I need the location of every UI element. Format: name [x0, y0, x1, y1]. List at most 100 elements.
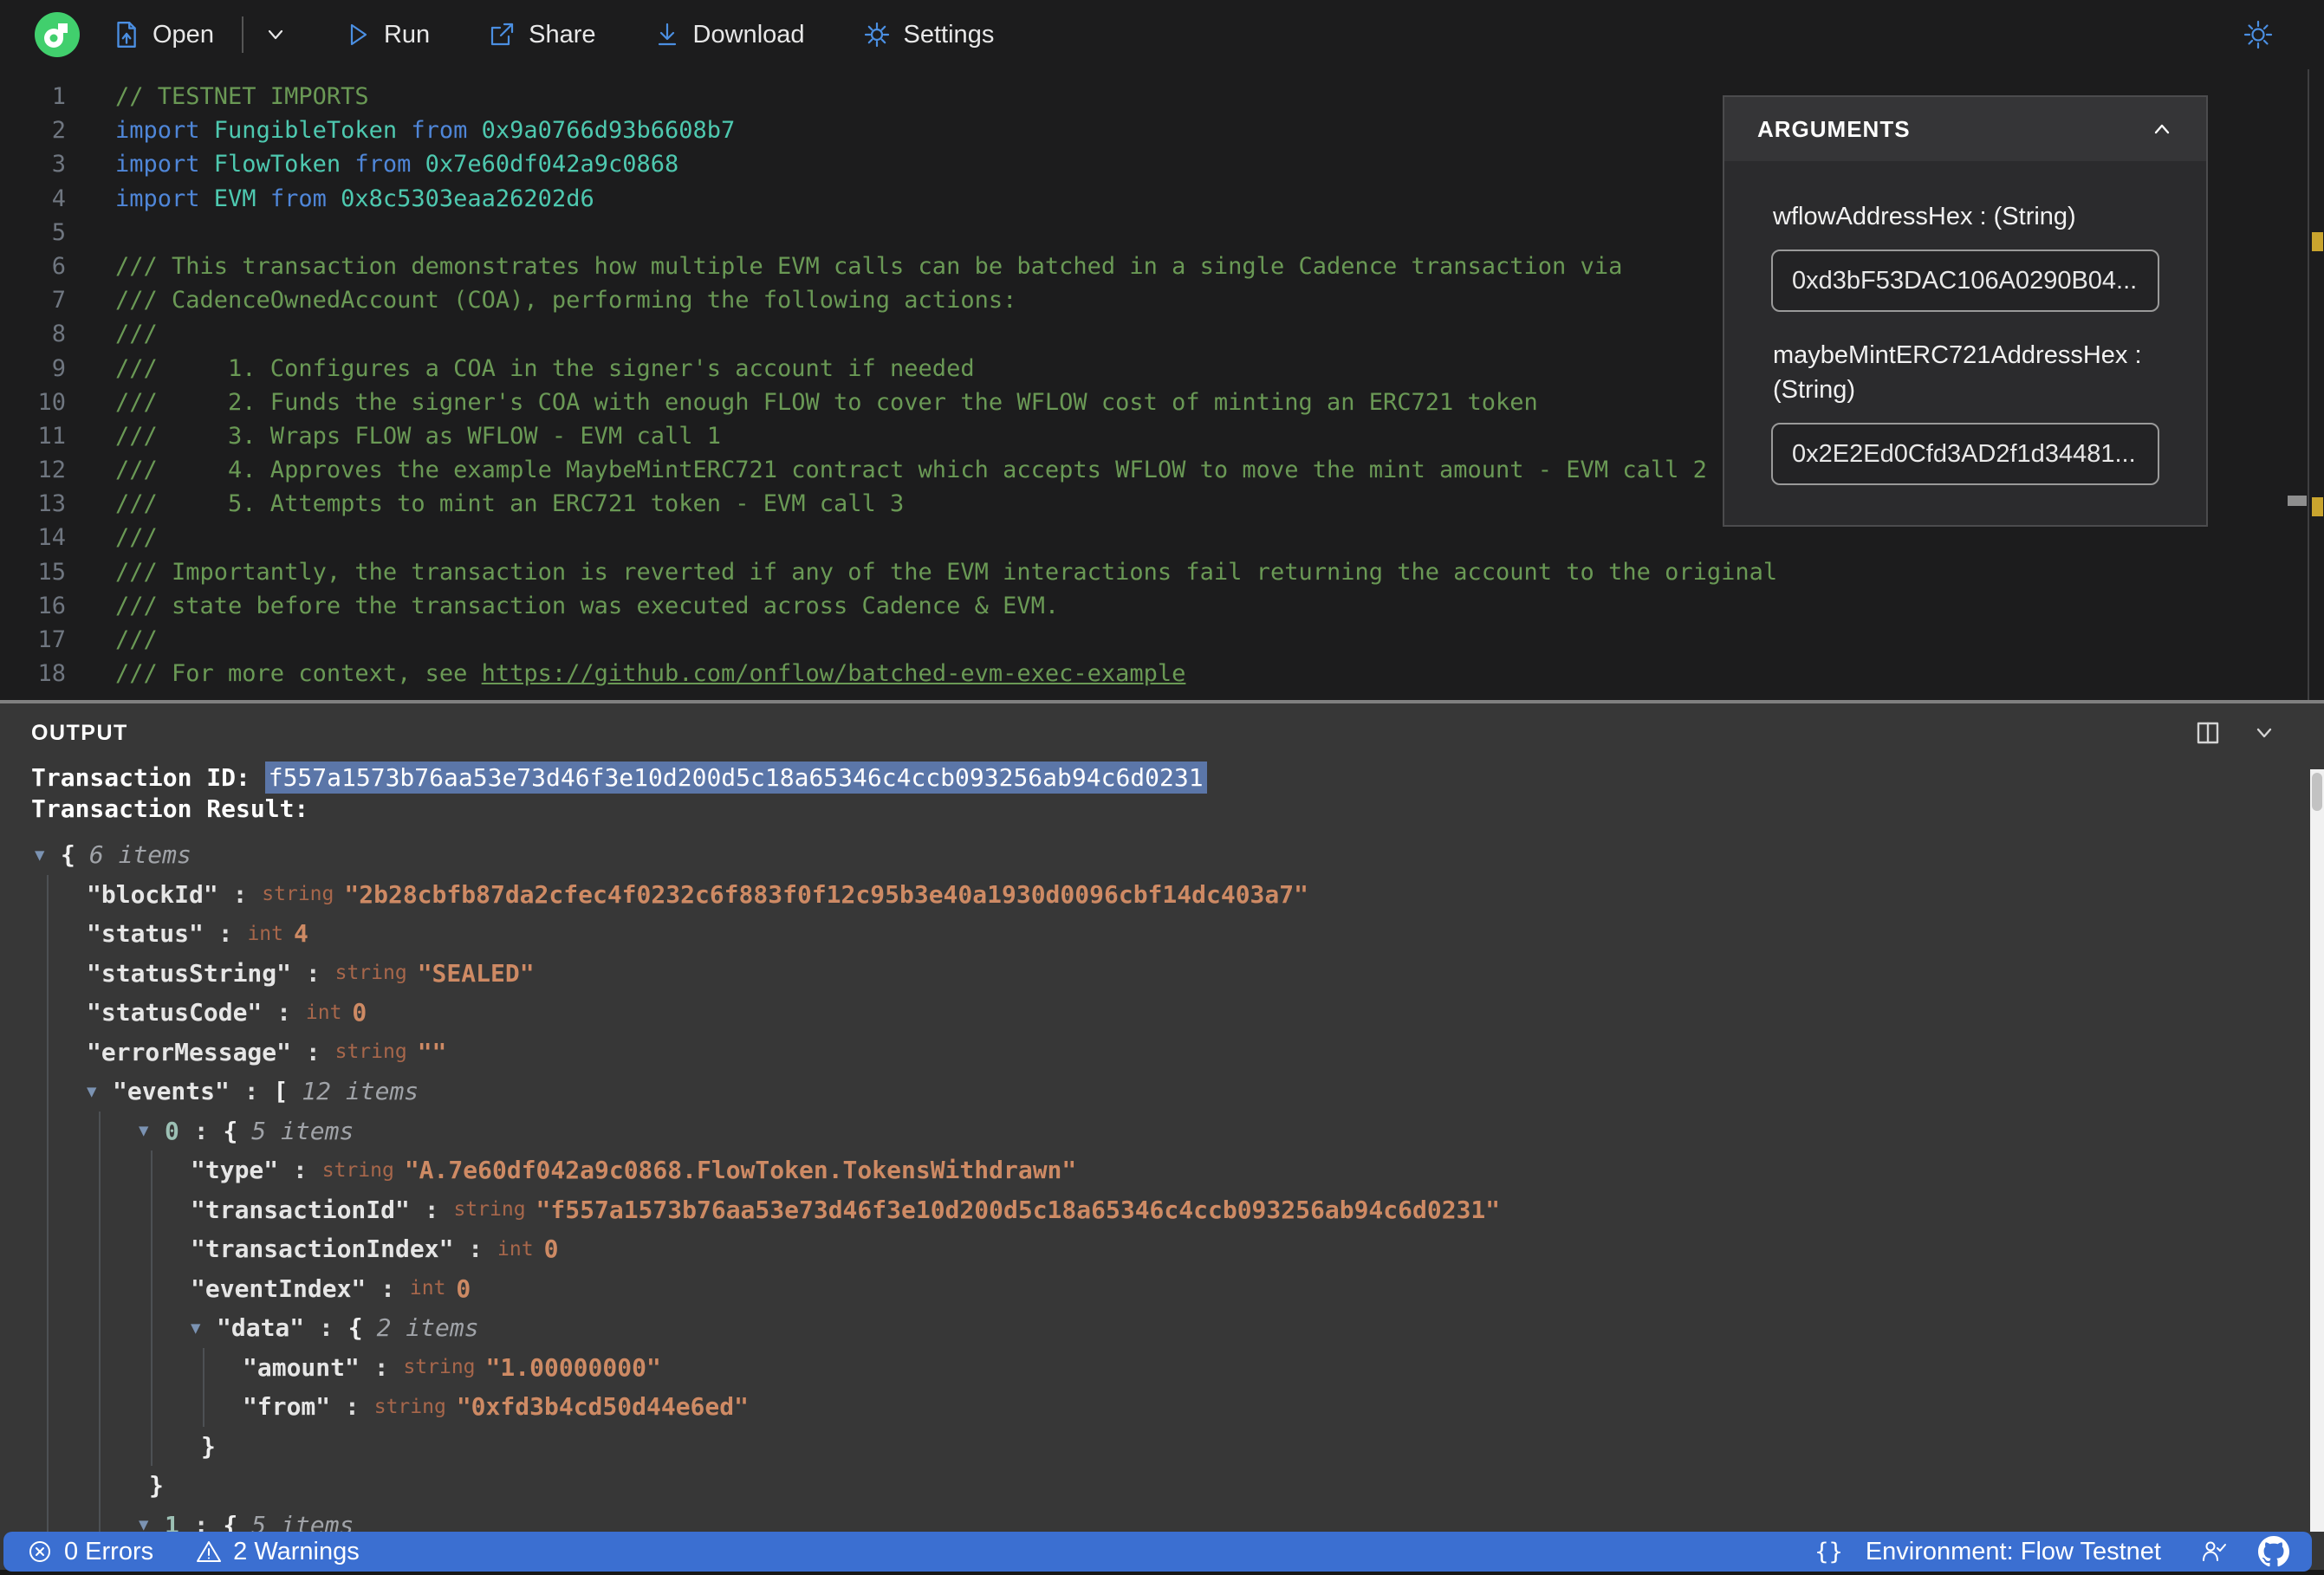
expander-icon[interactable]: ▼ [87, 1082, 113, 1101]
expander-icon[interactable]: ▼ [35, 846, 61, 865]
run-button[interactable]: Run [328, 0, 445, 69]
json-type: string [321, 1158, 394, 1182]
flow-logo[interactable] [35, 12, 80, 57]
json-row: ▼ "data" : {2 items [191, 1308, 2324, 1348]
json-children: "amount" : string "1.00000000" "from" : st… [203, 1347, 2324, 1427]
output-title: OUTPUT [31, 720, 128, 745]
line-number: 12 [37, 457, 66, 484]
json-value: "0xfd3b4cd50d44e6ed" [456, 1392, 749, 1422]
code-token: /// 1. Configures a COA in the signer's … [115, 354, 975, 382]
line-number: 18 [37, 660, 66, 688]
code-text: /// For more context, see https://github… [66, 657, 1185, 690]
json-key: "amount" [243, 1352, 360, 1382]
expander-icon[interactable]: ▼ [191, 1319, 217, 1338]
code-link[interactable]: https://github.com/onflow/batched-evm-ex… [482, 660, 1186, 687]
json-brace: [ [273, 1077, 289, 1106]
warnings-count-label: 2 Warnings [233, 1537, 360, 1565]
line-number: 17 [37, 626, 66, 653]
json-colon: : [409, 1195, 454, 1224]
json-colon: : [330, 1392, 374, 1422]
json-value: "1.00000000" [485, 1352, 661, 1382]
line-number: 8 [51, 321, 66, 348]
output-panel: OUTPUT Transaction ID: f557a1573b76aa53e… [0, 703, 2324, 1575]
github-button[interactable] [2258, 1536, 2289, 1567]
json-brace: { [347, 1313, 363, 1343]
collapse-output-icon[interactable] [2251, 720, 2277, 746]
output-scrollbar[interactable] [2310, 769, 2324, 1532]
code-text: /// [66, 521, 158, 554]
download-button[interactable]: Download [638, 0, 821, 69]
share-icon [491, 23, 514, 46]
json-row: "amount" : string "1.00000000" [243, 1348, 2324, 1388]
argument-input-wflow[interactable] [1771, 250, 2159, 312]
open-button[interactable]: Open [95, 0, 230, 69]
code-text: /// [66, 317, 158, 351]
code-token: /// [115, 626, 158, 653]
json-colon: : [217, 879, 263, 909]
argument-input-maybemint[interactable] [1771, 423, 2159, 485]
open-dropdown-button[interactable] [249, 0, 302, 69]
json-tree: ▼ {6 items "blockId" : string "2b28cbfb87da… [0, 835, 2324, 1545]
warnings-indicator[interactable]: 2 Warnings [195, 1538, 360, 1566]
line-number: 9 [51, 354, 66, 382]
json-items-count: 6 items [88, 840, 192, 870]
json-row: "blockId" : string "2b28cbfb87da2cfec4f02… [87, 875, 2324, 915]
code-line: 15 /// Importantly, the transaction is re… [0, 555, 2324, 589]
code-text: /// 2. Funds the signer's COA with enoug… [66, 386, 1538, 419]
code-token: 0x8c5303eaa26202d6 [341, 185, 594, 212]
environment-label: Environment: Flow Testnet [1865, 1537, 2161, 1565]
feedback-person-icon [2203, 1541, 2226, 1561]
error-icon [29, 1541, 50, 1562]
expander-icon[interactable]: ▼ [139, 1121, 165, 1140]
json-children: "blockId" : string "2b28cbfb87da2cfec4f02… [47, 874, 2324, 1545]
share-button[interactable]: Share [471, 0, 611, 69]
json-children: ▼ 0 : {5 items "type" : string "A.7e60df042… [99, 1111, 2324, 1545]
code-text: import FlowToken from 0x7e60df042a9c0868 [66, 147, 678, 181]
json-key: "from" [243, 1392, 331, 1422]
arguments-title: ARGUMENTS [1757, 115, 1911, 142]
code-token: 0x9a0766d93b6608b7 [481, 117, 736, 145]
code-token: /// For more context, see [115, 660, 482, 688]
code-line: 18/// For more context, see https://gith… [0, 657, 2324, 690]
scrollbar-thumb[interactable] [2312, 773, 2322, 811]
line-number: 3 [51, 151, 66, 178]
json-type: string [453, 1198, 526, 1222]
arguments-header[interactable]: ARGUMENTS [1724, 97, 2206, 161]
open-file-icon [117, 22, 136, 48]
collapse-chevron-icon[interactable] [2149, 116, 2175, 142]
code-token: /// 5. Attempts to mint an ERC721 token … [115, 490, 905, 518]
environment-indicator[interactable]: {} Environment: Flow Testnet [1814, 1538, 2161, 1566]
split-editor-icon[interactable] [2194, 720, 2222, 746]
code-line: 17 /// [0, 623, 2324, 657]
code-token: from [411, 117, 482, 145]
code-text: /// Importantly, the transaction is reve… [66, 555, 1777, 589]
line-number: 14 [37, 524, 66, 552]
json-row: "errorMessage" : string "" [87, 1033, 2324, 1073]
code-token: 0x7e60df042a9c0868 [425, 151, 679, 178]
editor-scroll-indicator[interactable] [2288, 496, 2307, 506]
settings-button[interactable]: Settings [847, 0, 1010, 69]
json-key: "type" [191, 1156, 279, 1185]
json-key: "events" [113, 1077, 230, 1106]
json-key: "transactionId" [191, 1195, 410, 1224]
app-toolbar: Open Run Share Download Settings [0, 0, 2324, 69]
code-token: FlowToken [213, 151, 355, 178]
json-colon: : [203, 919, 248, 949]
json-key: "errorMessage" [87, 1037, 292, 1066]
json-row: "type" : string "A.7e60df042a9c0868.FlowT… [191, 1150, 2324, 1190]
json-value: 4 [293, 919, 308, 949]
json-type: string [334, 962, 407, 985]
json-key: "transactionIndex" [191, 1235, 454, 1264]
download-icon [658, 23, 676, 46]
json-value: 0 [352, 998, 367, 1027]
json-key: "statusCode" [87, 998, 263, 1027]
errors-indicator[interactable]: 0 Errors [26, 1538, 153, 1566]
json-colon: : [366, 1274, 410, 1303]
code-token: /// [115, 524, 158, 552]
line-number: 10 [37, 388, 66, 416]
feedback-button[interactable] [2199, 1537, 2229, 1566]
code-text: /// 1. Configures a COA in the signer's … [66, 352, 975, 386]
code-token: /// This transaction demonstrates how mu… [115, 252, 1623, 280]
code-text: import FungibleToken from 0x9a0766d93b66… [66, 113, 735, 147]
theme-toggle-button[interactable] [2227, 0, 2289, 69]
